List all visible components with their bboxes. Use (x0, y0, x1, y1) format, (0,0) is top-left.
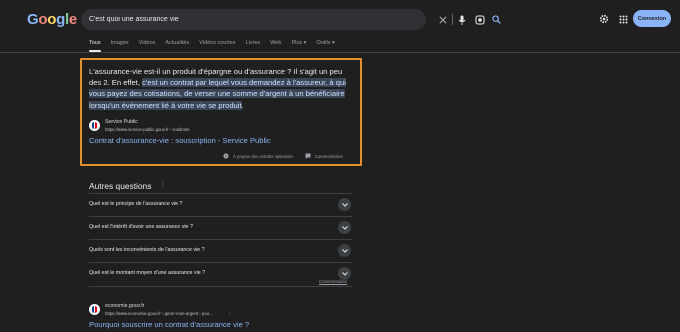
chevron-down-icon: ▾ (332, 40, 335, 46)
tab-books[interactable]: Livres (246, 40, 261, 52)
search-divider (452, 14, 453, 25)
snippet-feedback-link[interactable]: Commentaires (315, 154, 343, 159)
chevron-down-icon: ▾ (303, 40, 307, 46)
clear-icon[interactable] (436, 13, 449, 26)
economie-gouv-favicon (89, 304, 100, 315)
search-icon[interactable] (490, 13, 503, 26)
chevron-down-icon[interactable] (338, 244, 351, 257)
lens-icon[interactable] (473, 13, 486, 26)
tab-tools-label: Outils (316, 40, 331, 46)
paa-question-text: Quels sont les inconvénients de l'assura… (89, 247, 205, 253)
snippet-result-link[interactable]: Contrat d'assurance-vie : souscription -… (89, 136, 271, 145)
paa-question-row[interactable]: Quel est le principe de l'assurance vie … (89, 193, 352, 215)
header-divider (0, 52, 680, 53)
result-source-url[interactable]: https://www.economie.gouv.fr › gerer-mon… (105, 311, 213, 316)
settings-gear-icon[interactable] (598, 13, 610, 25)
more-options-icon[interactable]: ⋮ (176, 126, 181, 132)
search-box[interactable] (81, 9, 501, 30)
result-source-name[interactable]: economie.gouv.fr (105, 303, 144, 309)
service-public-favicon (89, 120, 100, 131)
result-title-link[interactable]: Pourquoi souscrire un contrat d'assuranc… (89, 320, 249, 329)
search-tabs: Tous Images Vidéos Actualités Vidéos cou… (89, 40, 345, 52)
paa-question-row[interactable]: Quel est l'intérêt d'avoir une assurance… (89, 216, 352, 238)
microphone-icon[interactable] (455, 13, 468, 26)
paa-bottom-divider (89, 286, 352, 287)
snippet-footer: ? À propos des extraits optimisés Commen… (223, 153, 343, 159)
people-also-ask-title: Autres questions (89, 181, 152, 191)
chevron-down-icon[interactable] (338, 221, 351, 234)
snippet-text-end: . (241, 100, 244, 110)
snippet-source-name[interactable]: Service Public (105, 119, 138, 125)
more-options-icon[interactable]: ⋮ (227, 310, 232, 316)
tab-more[interactable]: Plus ▾ (291, 40, 306, 52)
about-featured-snippets-link[interactable]: À propos des extraits optimisés (233, 154, 293, 159)
paa-question-text: Quel est le montant moyen d'une assuranc… (89, 270, 206, 276)
more-options-icon[interactable]: ⋮ (160, 181, 166, 188)
tab-tools[interactable]: Outils ▾ (316, 40, 334, 52)
tab-images[interactable]: Images (111, 40, 129, 52)
paa-question-row[interactable]: Quel est le montant moyen d'une assuranc… (89, 262, 352, 284)
apps-grid-icon[interactable] (617, 13, 629, 25)
google-logo[interactable]: Google (27, 11, 77, 28)
feedback-icon (305, 153, 311, 159)
tab-videos[interactable]: Vidéos (139, 40, 156, 52)
paa-question-text: Quel est l'intérêt d'avoir une assurance… (89, 224, 193, 230)
tab-short-videos[interactable]: Vidéos courtes (199, 40, 235, 52)
paa-question-text: Quel est le principe de l'assurance vie … (89, 201, 183, 207)
chevron-down-icon[interactable] (338, 198, 351, 211)
help-icon: ? (223, 153, 229, 159)
top-bar: Google Connexion (0, 0, 680, 36)
tab-more-label: Plus (291, 40, 303, 46)
signin-button[interactable]: Connexion (633, 10, 671, 27)
featured-snippet-text: L'assurance-vie est-il un produit d'épar… (89, 66, 355, 111)
search-input[interactable] (89, 12, 339, 27)
tab-news[interactable]: Actualités (165, 40, 189, 52)
paa-feedback-link[interactable]: Commentaires (319, 279, 347, 284)
tab-web[interactable]: Web (270, 40, 281, 52)
paa-question-row[interactable]: Quels sont les inconvénients de l'assura… (89, 239, 352, 261)
